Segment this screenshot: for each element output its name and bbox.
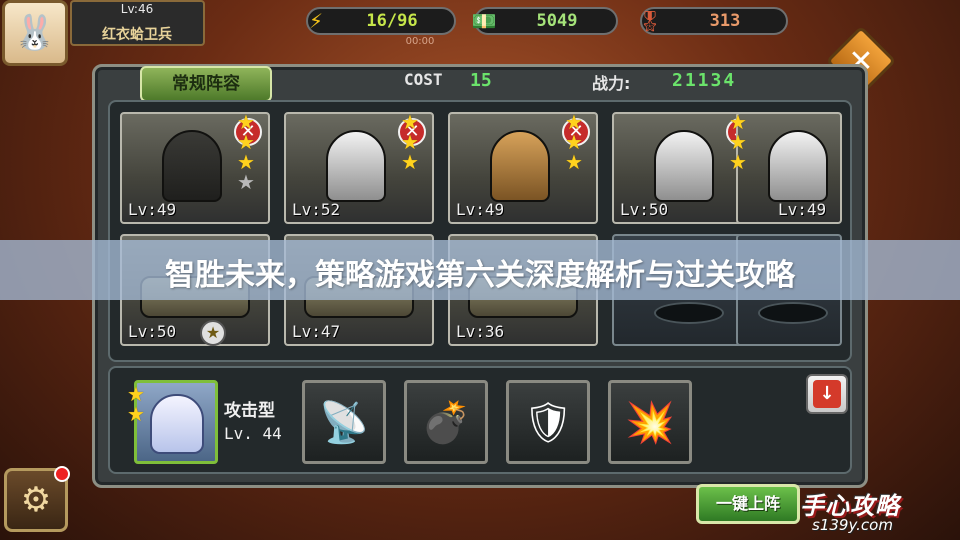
star-icon: ★: [729, 110, 747, 134]
bunny-soldier-sprite: [654, 130, 714, 202]
star-icon: ★: [729, 130, 747, 154]
star-icon: ★: [401, 150, 419, 174]
bear-soldier-sprite: [490, 130, 550, 202]
energy-value: 16/96: [366, 11, 418, 31]
star-rating: ★ ★ ★ ★: [234, 112, 258, 192]
star-empty-icon: ★: [237, 170, 255, 194]
equipment-slot-explosion[interactable]: 💥: [608, 380, 692, 464]
power-label: 战力:: [592, 74, 631, 93]
player-title: 红衣蛤卫兵: [102, 27, 172, 43]
power-value: 21134: [672, 70, 737, 91]
unit-level: Lv:49: [456, 200, 505, 219]
hero-portrait: [150, 394, 204, 454]
equipment-slot-turret[interactable]: 🛡: [506, 380, 590, 464]
watermark-brand: 手心攻略: [800, 492, 900, 520]
cash-icon: 💵: [471, 9, 497, 33]
star-icon: ★: [401, 130, 419, 154]
banner-title: 智胜未来，策略游戏第六关深度解析与过关攻略: [165, 258, 795, 293]
star-icon: ★: [237, 150, 255, 174]
player-level: Lv:46: [120, 2, 154, 16]
equipment-slot-radio[interactable]: 📡: [302, 380, 386, 464]
energy-icon: ⚡: [308, 9, 324, 33]
empty-slot-hole: [654, 302, 724, 324]
star-icon: ★: [237, 110, 255, 134]
hero-type: 攻击型: [224, 401, 275, 421]
medal-value: 313: [709, 11, 741, 31]
scroll-down-button[interactable]: ↓: [806, 374, 848, 414]
player-avatar[interactable]: 🐰: [2, 0, 68, 66]
energy-timer: 00:00: [405, 36, 435, 47]
star-icon: ★: [565, 110, 583, 134]
unit-level: Lv:50: [128, 322, 177, 341]
energy-counter[interactable]: ⚡ 16/96: [306, 7, 456, 35]
unit-level: Lv:36: [456, 322, 505, 341]
cost-value: 15: [470, 70, 492, 91]
cash-counter[interactable]: 💵 5049: [472, 7, 618, 35]
star-icon: ★: [127, 382, 145, 406]
star-rating: ★ ★ ★: [398, 112, 422, 172]
radio-device-icon: 📡: [319, 399, 369, 446]
hero-star-rating: ★ ★: [124, 384, 148, 424]
tab-standard-formation[interactable]: 常规阵容: [140, 66, 272, 102]
unit-level: Lv:49: [778, 200, 827, 219]
unit-level: Lv:47: [292, 322, 341, 341]
unit-level: Lv:52: [292, 200, 341, 219]
soldier-sprite: [162, 130, 222, 202]
star-icon: ★: [237, 130, 255, 154]
empty-slot-hole: [758, 302, 828, 324]
unit-card[interactable]: Lv:49: [736, 112, 842, 224]
medal-counter[interactable]: 🎖 313: [637, 7, 788, 35]
notification-dot: [54, 466, 70, 482]
star-rating: ★ ★ ★: [726, 112, 750, 172]
cash-value: 5049: [536, 11, 578, 31]
grenade-crate-icon: 💣: [421, 399, 471, 446]
cost-label: COST: [404, 70, 443, 89]
star-icon: ★: [127, 402, 145, 426]
arrow-down-icon: ↓: [813, 380, 841, 408]
turret-icon: 🛡: [522, 399, 574, 446]
star-rating: ★ ★ ★: [562, 112, 586, 172]
star-icon: ★: [729, 150, 747, 174]
star-icon: ★: [565, 130, 583, 154]
watermark-url: s139y.com: [812, 516, 893, 534]
medal-icon: 🎖: [637, 9, 663, 33]
hero-level: Lv. 44: [224, 424, 282, 443]
bunny-soldier-sprite: [768, 130, 828, 202]
star-icon: ★: [565, 150, 583, 174]
star-icon: ★: [401, 110, 419, 134]
star-badge-icon: ★: [200, 320, 226, 346]
menu-emblem-icon: ⚙: [20, 480, 52, 520]
unit-level: Lv:49: [128, 200, 177, 219]
explosion-icon: 💥: [625, 399, 675, 446]
quick-deploy-button[interactable]: 一键上阵: [696, 484, 800, 524]
unit-level: Lv:50: [620, 200, 669, 219]
equipment-slot-grenade[interactable]: 💣: [404, 380, 488, 464]
bunny-soldier-sprite: [326, 130, 386, 202]
